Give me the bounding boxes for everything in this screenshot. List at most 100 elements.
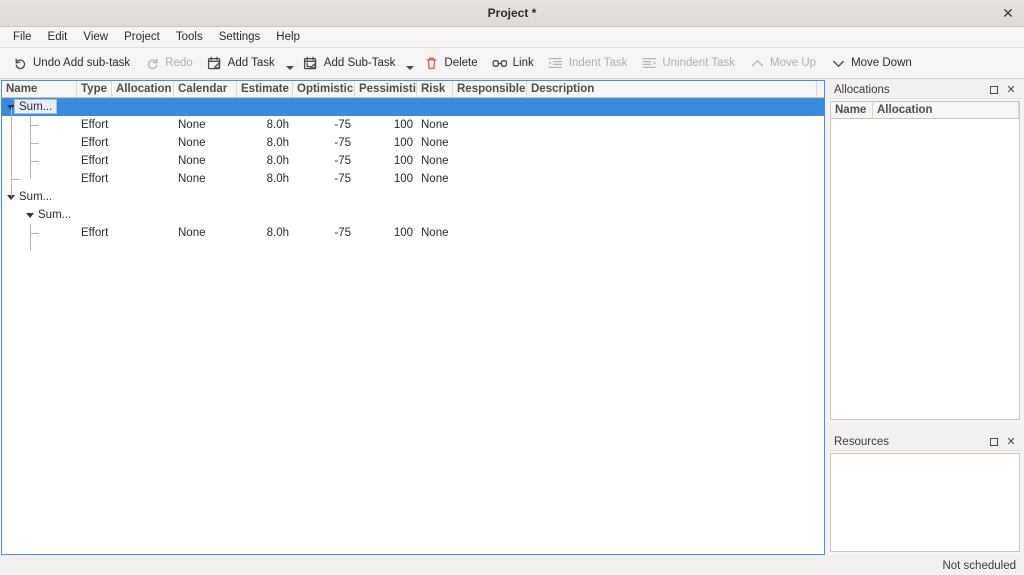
task-cell-risk[interactable]: None	[417, 170, 453, 188]
task-cell-calendar[interactable]: None	[174, 170, 237, 188]
task-cell-risk[interactable]: None	[417, 224, 453, 242]
window-close-button[interactable]: ✕	[998, 4, 1018, 23]
task-column-header-description[interactable]: Description	[527, 81, 817, 97]
task-cell-calendar[interactable]	[174, 206, 237, 224]
task-table-body[interactable]: Sum...EffortNone8.0h-75100NoneEffortNone…	[2, 98, 824, 242]
task-table-view[interactable]: NameTypeAllocationCalendarEstimateOptimi…	[1, 80, 825, 555]
toolbar-button-add-task[interactable]: Add Task	[201, 51, 281, 75]
menu-item-help[interactable]: Help	[268, 28, 308, 47]
task-cell-estimate[interactable]: 8.0h	[237, 170, 293, 188]
task-cell-allocation[interactable]	[112, 206, 174, 224]
task-cell-calendar[interactable]: None	[174, 134, 237, 152]
task-cell-estimate[interactable]	[237, 188, 293, 206]
task-cell-risk[interactable]: None	[417, 152, 453, 170]
task-column-header-type[interactable]: Type	[77, 81, 112, 97]
task-name-cell[interactable]: Sum...	[2, 188, 77, 206]
tree-expander-icon[interactable]	[26, 206, 35, 224]
task-row[interactable]: Sum...	[2, 98, 824, 116]
task-cell-type[interactable]	[77, 188, 112, 206]
toolbar-button-delete[interactable]: Delete	[417, 51, 483, 75]
task-row[interactable]: EffortNone8.0h-75100None	[2, 170, 824, 188]
task-cell-calendar[interactable]: None	[174, 152, 237, 170]
task-cell-risk[interactable]: None	[417, 134, 453, 152]
task-cell-optimistic[interactable]	[293, 206, 355, 224]
task-cell-estimate[interactable]	[237, 98, 293, 116]
task-cell-description[interactable]	[527, 116, 817, 134]
task-cell-risk[interactable]	[417, 98, 453, 116]
task-cell-optimistic[interactable]: -75	[293, 170, 355, 188]
task-cell-type[interactable]: Effort	[77, 152, 112, 170]
task-name-cell[interactable]: Sum...	[2, 206, 77, 224]
task-cell-responsible[interactable]	[453, 98, 527, 116]
task-cell-allocation[interactable]	[112, 152, 174, 170]
task-cell-estimate[interactable]: 8.0h	[237, 224, 293, 242]
task-cell-calendar[interactable]: None	[174, 224, 237, 242]
menu-item-tools[interactable]: Tools	[168, 28, 211, 47]
task-cell-optimistic[interactable]	[293, 188, 355, 206]
task-cell-description[interactable]	[527, 206, 817, 224]
task-column-header-optimistic[interactable]: Optimistic	[293, 81, 355, 97]
menu-item-edit[interactable]: Edit	[40, 28, 76, 47]
task-cell-optimistic[interactable]: -75	[293, 116, 355, 134]
task-cell-pessimistic[interactable]	[355, 188, 417, 206]
task-row[interactable]: EffortNone8.0h-75100None	[2, 134, 824, 152]
resources-close-button[interactable]: ✕	[1004, 435, 1018, 449]
task-cell-responsible[interactable]	[453, 188, 527, 206]
task-cell-calendar[interactable]	[174, 188, 237, 206]
task-name-cell[interactable]	[2, 134, 77, 152]
task-cell-responsible[interactable]	[453, 116, 527, 134]
task-cell-calendar[interactable]: None	[174, 116, 237, 134]
menu-item-file[interactable]: File	[5, 28, 40, 47]
task-cell-estimate[interactable]	[237, 206, 293, 224]
task-cell-allocation[interactable]	[112, 188, 174, 206]
task-cell-pessimistic[interactable]: 100	[355, 116, 417, 134]
task-cell-risk[interactable]	[417, 206, 453, 224]
resources-list[interactable]	[830, 453, 1020, 552]
task-column-header-name[interactable]: Name	[2, 81, 77, 97]
task-cell-type[interactable]	[77, 206, 112, 224]
task-cell-type[interactable]: Effort	[77, 134, 112, 152]
task-cell-type[interactable]	[77, 98, 112, 116]
task-cell-allocation[interactable]	[112, 224, 174, 242]
task-name-cell[interactable]	[2, 170, 77, 188]
task-column-header-risk[interactable]: Risk	[417, 81, 453, 97]
toolbar-button-add-sub-task[interactable]: Add Sub-Task	[297, 51, 402, 75]
task-cell-optimistic[interactable]: -75	[293, 134, 355, 152]
task-name-editor[interactable]: Sum...	[14, 99, 57, 114]
allocations-close-button[interactable]: ✕	[1004, 83, 1018, 97]
task-cell-allocation[interactable]	[112, 116, 174, 134]
task-name-cell[interactable]	[2, 116, 77, 134]
task-cell-estimate[interactable]: 8.0h	[237, 152, 293, 170]
task-cell-pessimistic[interactable]	[355, 98, 417, 116]
task-cell-pessimistic[interactable]: 100	[355, 134, 417, 152]
task-cell-calendar[interactable]	[174, 98, 237, 116]
task-name-cell[interactable]	[2, 224, 77, 242]
task-row[interactable]: Sum...	[2, 206, 824, 224]
task-cell-optimistic[interactable]: -75	[293, 224, 355, 242]
task-cell-description[interactable]	[527, 134, 817, 152]
task-row[interactable]: EffortNone8.0h-75100None	[2, 224, 824, 242]
task-cell-description[interactable]	[527, 152, 817, 170]
task-cell-responsible[interactable]	[453, 134, 527, 152]
task-cell-responsible[interactable]	[453, 206, 527, 224]
task-cell-type[interactable]: Effort	[77, 170, 112, 188]
task-cell-responsible[interactable]	[453, 152, 527, 170]
task-cell-optimistic[interactable]: -75	[293, 152, 355, 170]
task-cell-risk[interactable]	[417, 188, 453, 206]
task-column-header-estimate[interactable]: Estimate	[237, 81, 293, 97]
task-row[interactable]: EffortNone8.0h-75100None	[2, 116, 824, 134]
task-cell-estimate[interactable]: 8.0h	[237, 134, 293, 152]
toolbar-button-move-down[interactable]: Move Down	[824, 51, 918, 75]
task-cell-allocation[interactable]	[112, 170, 174, 188]
task-column-header-calendar[interactable]: Calendar	[174, 81, 237, 97]
task-column-header-allocation[interactable]: Allocation	[112, 81, 174, 97]
task-row[interactable]: EffortNone8.0h-75100None	[2, 152, 824, 170]
task-cell-pessimistic[interactable]: 100	[355, 170, 417, 188]
task-row[interactable]: Sum...	[2, 188, 824, 206]
menu-item-settings[interactable]: Settings	[211, 28, 269, 47]
task-cell-type[interactable]: Effort	[77, 224, 112, 242]
task-cell-allocation[interactable]	[112, 98, 174, 116]
task-cell-description[interactable]	[527, 224, 817, 242]
task-cell-responsible[interactable]	[453, 224, 527, 242]
allocations-float-button[interactable]	[987, 83, 1001, 97]
